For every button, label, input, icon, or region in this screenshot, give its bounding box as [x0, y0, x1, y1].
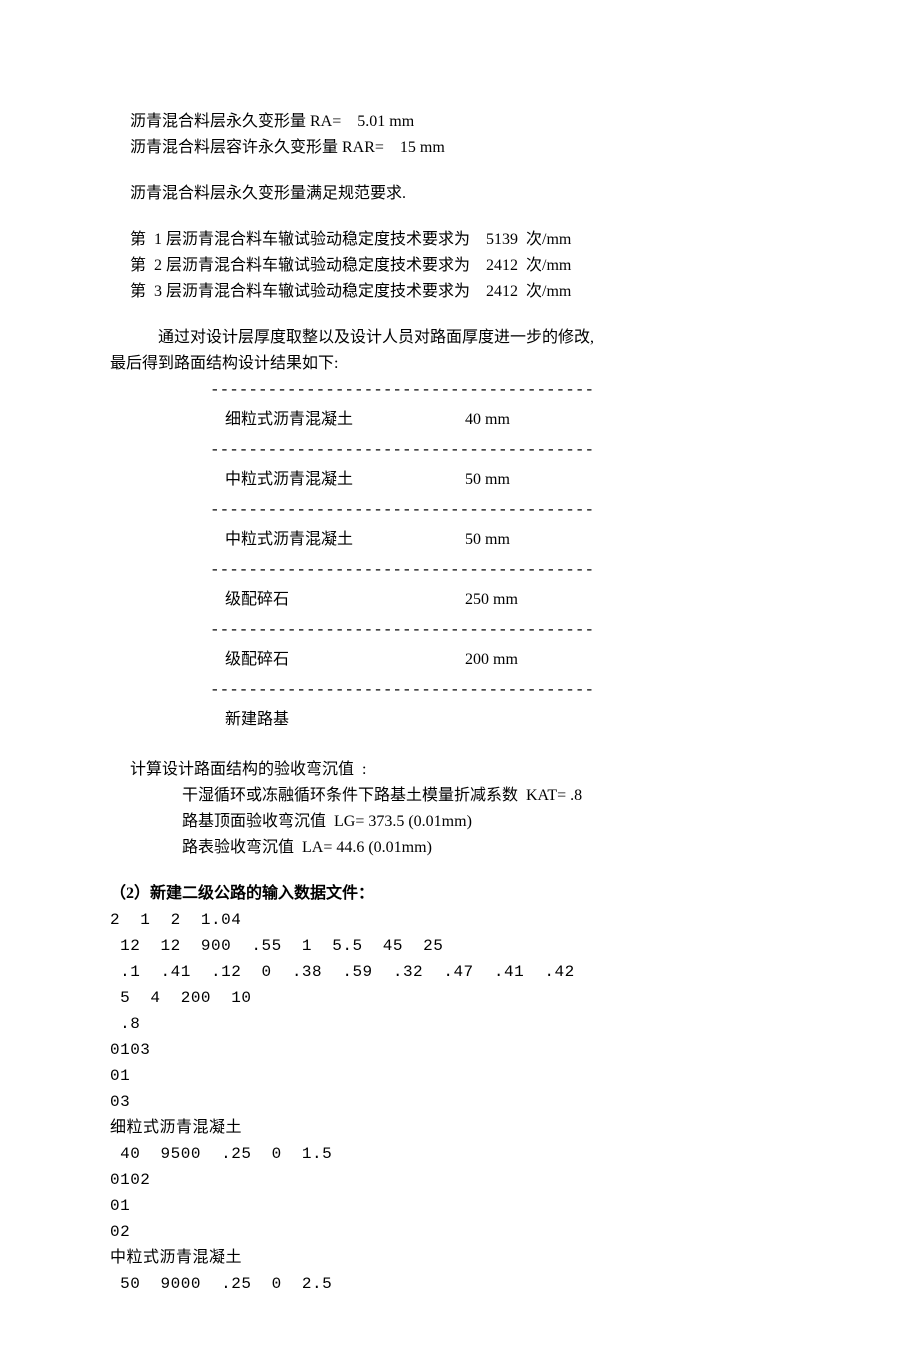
data-line: 细粒式沥青混凝土 [110, 1116, 810, 1140]
data-line: 40 9500 .25 0 1.5 [110, 1142, 810, 1166]
layer-name: 中粒式沥青混凝土 [110, 468, 465, 492]
input-data-file: 2 1 2 1.04 12 12 900 .55 1 5.5 45 25 .1 … [110, 908, 810, 1296]
layer-name: 新建路基 [110, 708, 465, 732]
layer-row: 细粒式沥青混凝土40 mm [110, 402, 810, 438]
structure-layers: ----------------------------------------… [110, 378, 810, 738]
layer-divider: ---------------------------------------- [210, 618, 810, 642]
data-line: 0103 [110, 1038, 810, 1062]
deflection-kat: 干湿循环或冻融循环条件下路基土模量折减系数 KAT= .8 [110, 784, 810, 808]
rutting-layer-1: 第 1 层沥青混合料车辙试验动稳定度技术要求为 5139 次/mm [110, 228, 810, 252]
deflection-la: 路表验收弯沉值 LA= 44.6 (0.01mm) [110, 836, 810, 860]
data-line: .1 .41 .12 0 .38 .59 .32 .47 .41 .42 [110, 960, 810, 984]
layer-divider: ---------------------------------------- [210, 378, 810, 402]
layer-divider: ---------------------------------------- [210, 498, 810, 522]
layer-divider: ---------------------------------------- [210, 678, 810, 702]
layer-row: 中粒式沥青混凝土50 mm [110, 462, 810, 498]
layer-row: 新建路基 [110, 702, 810, 738]
data-line: 01 [110, 1064, 810, 1088]
data-line: 01 [110, 1194, 810, 1218]
data-line: 5 4 200 10 [110, 986, 810, 1010]
rutting-layer-3: 第 3 层沥青混合料车辙试验动稳定度技术要求为 2412 次/mm [110, 280, 810, 304]
layer-thickness: 50 mm [465, 468, 585, 492]
deflection-lg: 路基顶面验收弯沉值 LG= 373.5 (0.01mm) [110, 810, 810, 834]
data-line: .8 [110, 1012, 810, 1036]
layer-thickness: 40 mm [465, 408, 585, 432]
layer-divider: ---------------------------------------- [210, 558, 810, 582]
data-line: 02 [110, 1220, 810, 1244]
data-line: 0102 [110, 1168, 810, 1192]
layer-row: 级配碎石250 mm [110, 582, 810, 618]
data-line: 中粒式沥青混凝土 [110, 1246, 810, 1270]
layer-name: 级配碎石 [110, 648, 465, 672]
deform-ra: 沥青混合料层永久变形量 RA= 5.01 mm [110, 110, 810, 134]
layer-thickness [465, 708, 585, 732]
design-intro-line1: 通过对设计层厚度取整以及设计人员对路面厚度进一步的修改, [110, 326, 810, 350]
layer-row: 中粒式沥青混凝土50 mm [110, 522, 810, 558]
layer-row: 级配碎石200 mm [110, 642, 810, 678]
deform-satisfy: 沥青混合料层永久变形量满足规范要求. [110, 182, 810, 206]
layer-divider: ---------------------------------------- [210, 438, 810, 462]
data-line: 12 12 900 .55 1 5.5 45 25 [110, 934, 810, 958]
data-line: 50 9000 .25 0 2.5 [110, 1272, 810, 1296]
layer-name: 级配碎石 [110, 588, 465, 612]
layer-thickness: 50 mm [465, 528, 585, 552]
deflection-title: 计算设计路面结构的验收弯沉值 : [110, 758, 810, 782]
data-line: 03 [110, 1090, 810, 1114]
layer-name: 中粒式沥青混凝土 [110, 528, 465, 552]
layer-thickness: 200 mm [465, 648, 585, 672]
section2-title: （2）新建二级公路的输入数据文件： [110, 882, 810, 906]
data-line: 2 1 2 1.04 [110, 908, 810, 932]
deform-rar: 沥青混合料层容许永久变形量 RAR= 15 mm [110, 136, 810, 160]
layer-thickness: 250 mm [465, 588, 585, 612]
design-intro-line2: 最后得到路面结构设计结果如下: [110, 352, 810, 376]
rutting-layer-2: 第 2 层沥青混合料车辙试验动稳定度技术要求为 2412 次/mm [110, 254, 810, 278]
layer-name: 细粒式沥青混凝土 [110, 408, 465, 432]
